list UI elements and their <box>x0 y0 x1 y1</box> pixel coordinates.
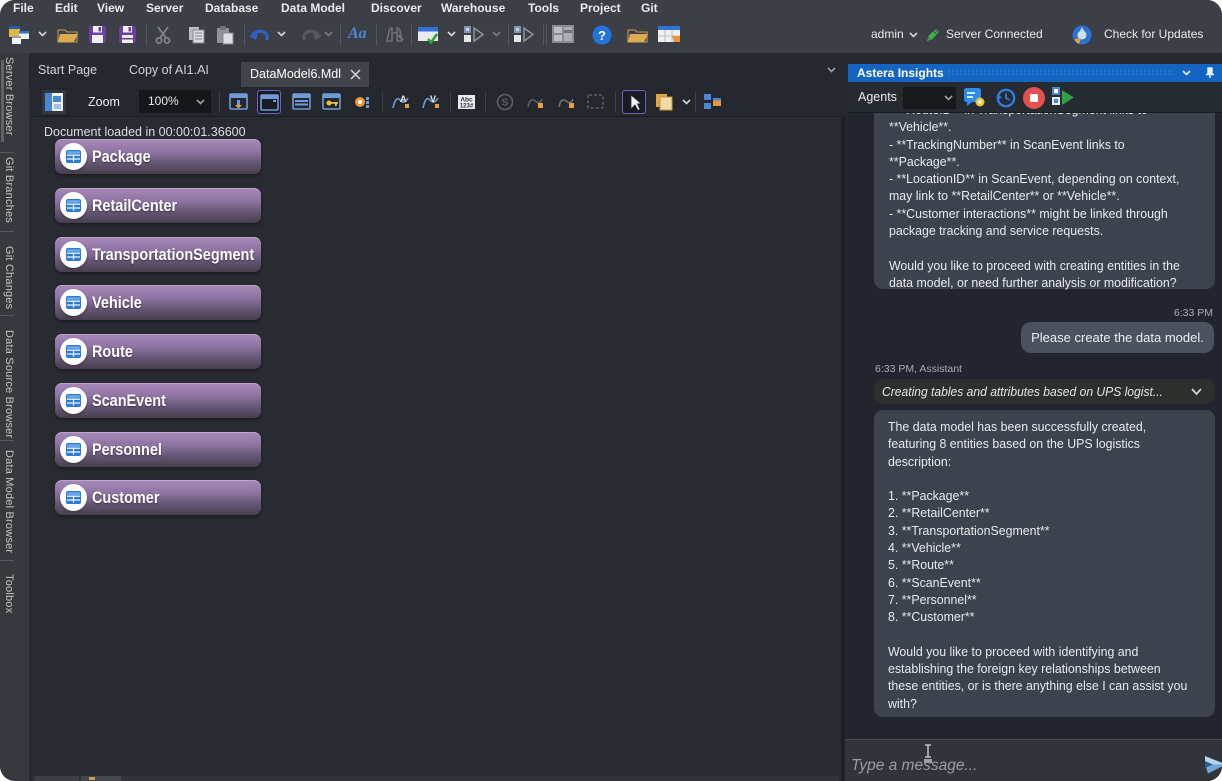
svg-text:?: ? <box>598 28 606 43</box>
svg-text:Abc: Abc <box>460 97 473 104</box>
svg-text:A: A <box>400 94 407 104</box>
svg-text:123#: 123# <box>460 104 474 110</box>
svg-text:V: V <box>430 94 436 104</box>
svg-text:S: S <box>502 98 509 109</box>
